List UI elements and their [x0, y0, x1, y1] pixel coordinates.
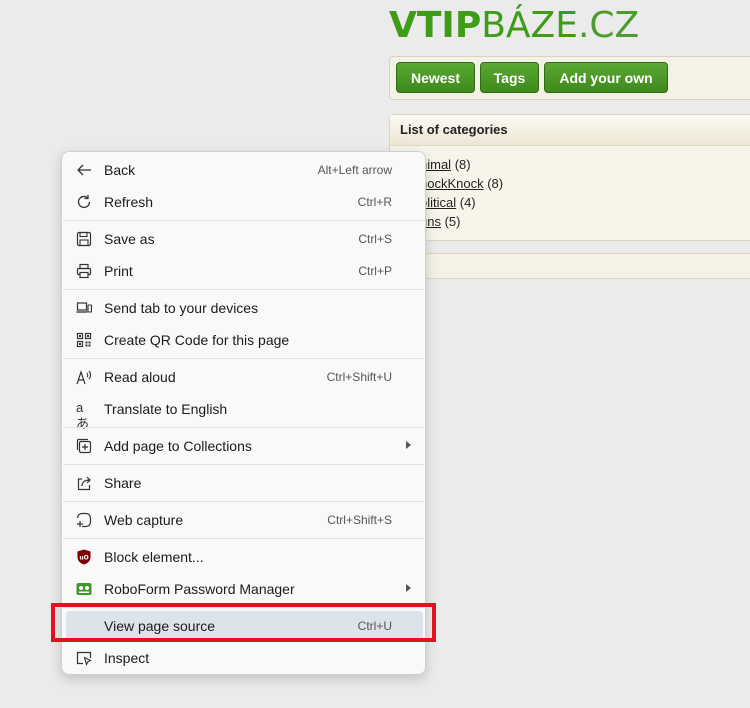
menu-item-shortcut: Ctrl+Shift+S: [327, 513, 392, 527]
translate-icon: aあ: [76, 400, 90, 431]
site-panel-strip: [389, 253, 750, 279]
context-menu: Back Alt+Left arrow Refresh Ctrl+R Save …: [61, 151, 426, 675]
menu-item-label: Web capture: [104, 512, 184, 528]
logo-tld: .CZ: [577, 5, 640, 46]
category-count: (8): [487, 176, 504, 191]
menu-item-label: Share: [104, 475, 142, 491]
categories-box: List of categories nimal (8) nockKnock (…: [389, 114, 750, 241]
menu-item-web-capture[interactable]: Web capture Ctrl+Shift+S: [66, 505, 423, 535]
menu-item-label: Save as: [104, 231, 155, 247]
inspect-icon: [76, 650, 92, 666]
categories-title: List of categories: [390, 115, 750, 146]
menu-item-add-to-collections[interactable]: Add page to Collections: [66, 431, 423, 461]
roboform-icon: [76, 581, 92, 597]
menu-item-label: Read aloud: [104, 369, 176, 385]
menu-item-label: RoboForm Password Manager: [104, 581, 295, 597]
menu-separator: [63, 501, 424, 502]
nav-newest-button[interactable]: Newest: [396, 62, 475, 93]
save-icon: [76, 231, 92, 247]
svg-text:uO: uO: [79, 555, 88, 562]
refresh-icon: [76, 194, 92, 210]
collections-icon: [76, 438, 92, 454]
category-count: (5): [444, 214, 461, 229]
devices-icon: [76, 300, 92, 316]
web-capture-icon: [76, 512, 92, 528]
menu-item-refresh[interactable]: Refresh Ctrl+R: [66, 187, 423, 217]
site-navbar: Newest Tags Add your own: [389, 56, 750, 100]
category-count: (4): [459, 195, 476, 210]
menu-item-share[interactable]: Share: [66, 468, 423, 498]
logo-vtip: VTIP: [389, 5, 482, 46]
ublock-icon: uO: [76, 549, 92, 565]
menu-item-label: Block element...: [104, 549, 204, 565]
menu-item-save-as[interactable]: Save as Ctrl+S: [66, 224, 423, 254]
menu-item-label: Translate to English: [104, 401, 228, 417]
menu-item-label: Print: [104, 263, 133, 279]
menu-separator: [63, 538, 424, 539]
nav-add-your-own-button[interactable]: Add your own: [544, 62, 668, 93]
menu-separator: [63, 220, 424, 221]
logo-baze: BÁZE: [481, 5, 578, 46]
menu-item-label: Refresh: [104, 194, 154, 210]
menu-item-translate[interactable]: aあ Translate to English: [66, 394, 423, 431]
menu-item-label: Inspect: [104, 650, 150, 666]
highlight-annotation-box: [51, 603, 436, 642]
menu-item-shortcut: Ctrl+Shift+U: [326, 370, 392, 384]
back-arrow-icon: [76, 162, 92, 178]
menu-item-back[interactable]: Back Alt+Left arrow: [66, 155, 423, 185]
menu-item-label: Add page to Collections: [104, 438, 252, 454]
submenu-arrow-icon: [406, 441, 411, 449]
menu-separator: [63, 289, 424, 290]
category-item: uns (5): [420, 212, 503, 231]
menu-item-block-element[interactable]: uO Block element...: [66, 542, 423, 572]
site-logo[interactable]: VTIPBÁZE.CZ: [389, 4, 639, 48]
submenu-arrow-icon: [406, 584, 411, 592]
menu-item-shortcut: Ctrl+P: [358, 264, 392, 278]
nav-tags-button[interactable]: Tags: [480, 62, 539, 93]
qr-code-icon: [76, 332, 92, 348]
menu-item-shortcut: Ctrl+S: [358, 232, 392, 246]
read-aloud-icon: [76, 369, 92, 385]
category-item: olitical (4): [420, 193, 503, 212]
categories-list: nimal (8) nockKnock (8) olitical (4) uns…: [420, 155, 503, 231]
menu-item-read-aloud[interactable]: Read aloud Ctrl+Shift+U: [66, 362, 423, 392]
category-item: nockKnock (8): [420, 174, 503, 193]
menu-item-roboform[interactable]: RoboForm Password Manager: [66, 574, 423, 604]
menu-separator: [63, 358, 424, 359]
menu-item-label: Create QR Code for this page: [104, 332, 290, 348]
menu-separator: [63, 464, 424, 465]
menu-separator: [63, 427, 424, 428]
menu-item-shortcut: Ctrl+R: [357, 195, 392, 209]
menu-item-shortcut: Alt+Left arrow: [317, 163, 392, 177]
share-icon: [76, 475, 92, 491]
printer-icon: [76, 263, 92, 279]
menu-item-label: Back: [104, 162, 136, 178]
menu-item-print[interactable]: Print Ctrl+P: [66, 256, 423, 286]
menu-item-qr-code[interactable]: Create QR Code for this page: [66, 325, 423, 355]
category-count: (8): [454, 157, 471, 172]
category-link-knockknock[interactable]: nockKnock: [420, 176, 484, 191]
category-item: nimal (8): [420, 155, 503, 174]
menu-item-label: Send tab to your devices: [104, 300, 259, 316]
menu-item-send-tab[interactable]: Send tab to your devices: [66, 293, 423, 323]
menu-item-inspect[interactable]: Inspect: [66, 643, 423, 673]
